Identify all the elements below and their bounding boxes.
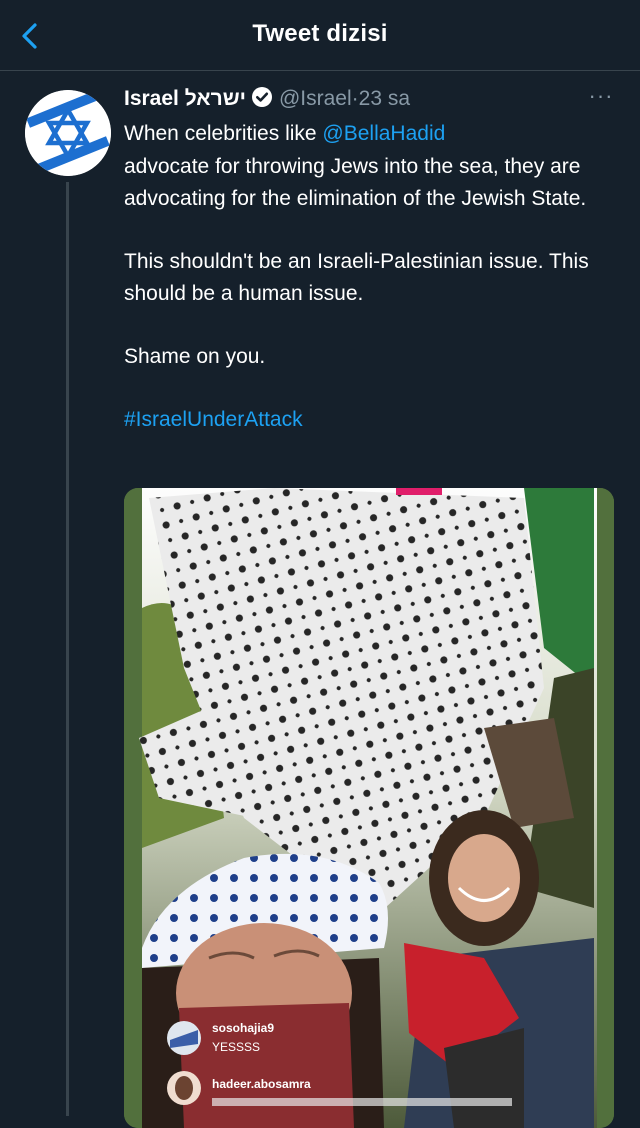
avatar[interactable] bbox=[25, 90, 111, 176]
comment-username: hadeer.abosamra bbox=[212, 1077, 311, 1091]
page-title: Tweet dizisi bbox=[252, 20, 388, 47]
thread-connector-line bbox=[66, 182, 69, 1116]
tweet-text-segment: When celebrities like bbox=[124, 122, 323, 145]
tweet-media[interactable]: sosohajia9 YESSSS hadeer.abosamra bbox=[124, 488, 614, 1128]
mention-link[interactable]: @BellaHadid bbox=[322, 122, 445, 145]
tweet-paragraph-2: This shouldn't be an Israeli-Palestinian… bbox=[124, 249, 589, 306]
hashtag-link[interactable]: #IsraelUnderAttack bbox=[124, 408, 303, 431]
comment-message: YESSSS bbox=[212, 1040, 260, 1054]
tweet-header: Israel ישראל @Israel·23 sa bbox=[124, 86, 604, 118]
tweet-paragraph-1: When celebrities like @BellaHadid advocat… bbox=[124, 118, 624, 216]
verified-badge-icon bbox=[251, 86, 273, 114]
top-bar: Tweet dizisi bbox=[0, 0, 640, 71]
comment-username: sosohajia9 bbox=[212, 1021, 274, 1035]
tweet-timestamp[interactable]: 23 sa bbox=[359, 87, 410, 110]
tweet-text-segment: advocate for throwing Jews into the sea,… bbox=[124, 154, 587, 211]
star-of-david-icon bbox=[25, 90, 111, 176]
tweet-text: When celebrities like @BellaHadid advocat… bbox=[124, 118, 624, 436]
tweet-paragraph-3: Shame on you. bbox=[124, 344, 266, 368]
separator-dot: · bbox=[351, 87, 359, 110]
display-name[interactable]: Israel ישראל bbox=[124, 87, 246, 110]
more-options-button[interactable]: ··· bbox=[585, 83, 617, 114]
media-image: sosohajia9 YESSSS hadeer.abosamra bbox=[124, 488, 614, 1128]
more-horizontal-icon: ··· bbox=[588, 83, 614, 108]
user-handle[interactable]: @Israel bbox=[279, 87, 352, 110]
